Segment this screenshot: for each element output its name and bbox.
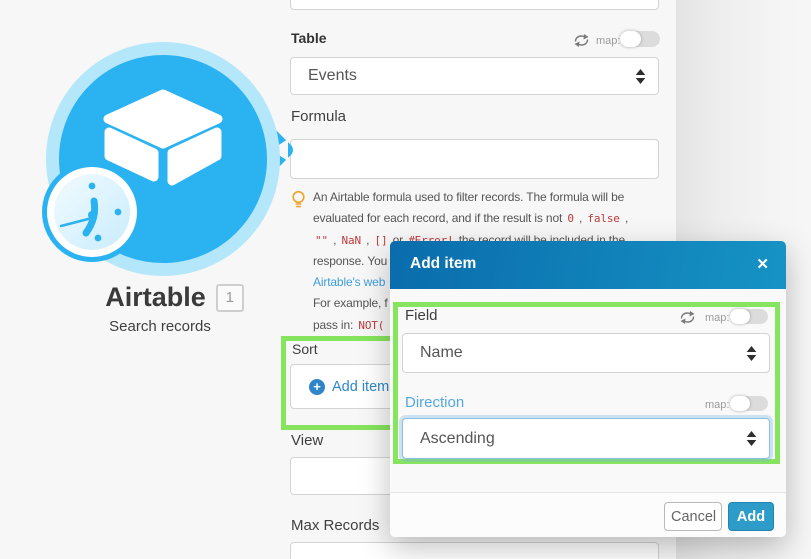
field-select[interactable]: Name — [402, 333, 770, 373]
refresh-icon[interactable] — [679, 311, 696, 324]
module-title-row: Airtable 1 — [32, 282, 317, 313]
module-subtitle: Search records — [109, 318, 211, 335]
map-label: map: — [705, 399, 730, 411]
close-icon[interactable]: ✕ — [756, 255, 769, 273]
direction-map-toggle[interactable] — [730, 396, 768, 411]
add-button[interactable]: Add — [728, 502, 774, 531]
base-input-partial[interactable] — [290, 0, 659, 10]
formula-label: Formula — [291, 108, 347, 125]
modal-title: Add item — [410, 255, 477, 272]
add-item-label: Add item — [332, 378, 390, 395]
table-select[interactable]: Events — [290, 57, 659, 95]
select-arrows-icon — [746, 345, 757, 361]
table-label: Table — [291, 30, 327, 46]
view-label: View — [291, 432, 324, 449]
direction-label: Direction — [405, 394, 465, 411]
refresh-icon[interactable] — [573, 34, 590, 47]
toggle-knob — [620, 31, 641, 47]
plus-icon: + — [309, 378, 325, 395]
max-records-label: Max Records — [291, 517, 380, 534]
formula-input[interactable] — [290, 139, 659, 179]
direction-select-value: Ascending — [420, 429, 495, 447]
table-select-value: Events — [308, 67, 357, 84]
modal-footer — [390, 492, 786, 537]
module-title: Airtable — [105, 282, 206, 312]
sort-label: Sort — [292, 341, 318, 357]
map-toggle[interactable] — [620, 31, 660, 47]
map-label: map: — [705, 312, 730, 324]
field-label: Field — [405, 307, 438, 324]
field-select-value: Name — [420, 344, 463, 361]
select-arrows-icon — [746, 431, 757, 446]
max-records-input[interactable] — [290, 542, 659, 559]
cancel-button[interactable]: Cancel — [664, 502, 722, 531]
select-arrows-icon — [635, 68, 646, 84]
scenario-editor: Airtable 1 Search records Table map: Even… — [0, 0, 811, 559]
add-item-modal: Add item ✕ Field map: Name Direction map… — [390, 241, 786, 537]
direction-select[interactable]: Ascending — [402, 418, 770, 459]
module-number-badge: 1 — [215, 284, 244, 312]
clock-icon — [42, 162, 142, 262]
field-map-toggle[interactable] — [730, 309, 768, 324]
toggle-knob — [730, 309, 750, 324]
lightbulb-icon — [292, 190, 305, 208]
toggle-knob — [730, 396, 750, 411]
map-label: map: — [596, 35, 621, 47]
